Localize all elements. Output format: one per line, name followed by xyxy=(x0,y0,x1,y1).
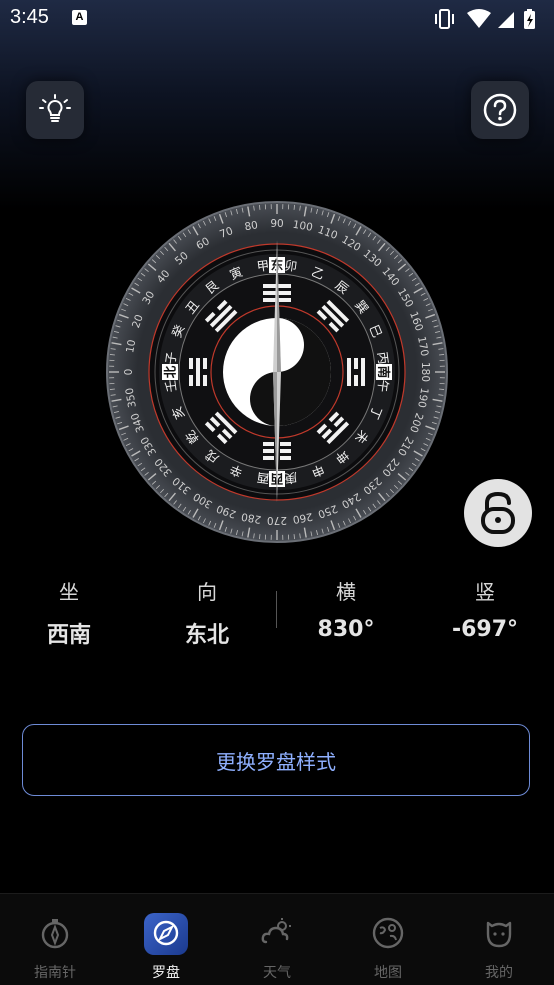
readings-divider xyxy=(276,591,277,628)
tab-label: 罗盘 xyxy=(111,962,221,982)
degree-label: 80 xyxy=(244,219,259,233)
degree-tick xyxy=(259,205,260,210)
bottom-tab-bar: 指南针 罗盘 天气 地图 我的 xyxy=(0,893,554,985)
vibrate-icon xyxy=(435,10,454,28)
heng-label: 横 xyxy=(286,576,406,605)
zuo-reading: 坐 西南 xyxy=(9,576,129,649)
mountain-label: 子 xyxy=(163,351,180,365)
unlock-icon xyxy=(478,491,518,535)
xiang-reading: 向 东北 xyxy=(147,576,267,649)
degree-tick xyxy=(110,354,115,355)
status-bar: 3:45 A xyxy=(0,0,554,40)
tab-label: 我的 xyxy=(444,962,554,982)
battery-charging-icon xyxy=(524,9,535,29)
tab-label: 天气 xyxy=(222,962,332,982)
mountain-label: 甲 xyxy=(256,258,270,275)
shu-value: -697° xyxy=(425,617,545,642)
degree-label: 180 xyxy=(419,362,431,382)
lock-button[interactable] xyxy=(464,479,532,547)
heng-reading: 横 830° xyxy=(286,576,406,642)
notification-icon: A xyxy=(72,10,87,25)
change-compass-style-button[interactable]: 更换罗盘样式 xyxy=(22,724,530,796)
tab-weather[interactable]: 天气 xyxy=(222,894,332,985)
signal-icon xyxy=(498,12,514,28)
mountain-label: 午 xyxy=(375,379,392,393)
light-button[interactable] xyxy=(26,81,84,139)
wifi-icon xyxy=(467,9,491,28)
luopan-icon xyxy=(149,916,183,950)
luopan-compass[interactable]: 0102030405060708090100110120130140150160… xyxy=(105,200,449,544)
tab-compass[interactable]: 指南针 xyxy=(0,894,110,985)
compass-icon xyxy=(38,916,72,950)
tab-luopan[interactable]: 罗盘 xyxy=(111,894,221,985)
mountain-label: 卯 xyxy=(284,258,298,275)
direction-label: 南 xyxy=(377,366,392,379)
degree-tick xyxy=(294,205,295,210)
degree-label: 10 xyxy=(124,339,138,354)
profile-icon xyxy=(482,916,516,950)
status-time: 3:45 xyxy=(10,6,49,29)
tab-label: 指南针 xyxy=(0,962,110,982)
weather-icon xyxy=(260,916,294,950)
xiang-value: 东北 xyxy=(147,617,267,649)
degree-tick xyxy=(294,534,295,539)
zuo-label: 坐 xyxy=(9,576,129,605)
tab-map[interactable]: 地图 xyxy=(333,894,443,985)
mountain-label: 丙 xyxy=(375,351,392,365)
zuo-value: 西南 xyxy=(9,617,129,649)
mountain-label: 酉 xyxy=(256,470,270,487)
degree-tick xyxy=(439,354,444,355)
map-icon xyxy=(371,916,405,950)
degree-label: 90 xyxy=(270,218,283,230)
degree-tick xyxy=(259,534,260,539)
degree-label: 270 xyxy=(267,514,287,526)
tab-profile[interactable]: 我的 xyxy=(444,894,554,985)
xiang-label: 向 xyxy=(147,576,267,605)
shu-label: 竖 xyxy=(425,576,545,605)
status-icons xyxy=(434,8,544,30)
mountain-label: 壬 xyxy=(163,379,180,393)
shu-reading: 竖 -697° xyxy=(425,576,545,642)
help-icon xyxy=(482,92,518,128)
direction-label: 北 xyxy=(163,365,178,378)
lightbulb-icon xyxy=(38,93,72,127)
mountain-label: 庚 xyxy=(284,470,298,487)
help-button[interactable] xyxy=(471,81,529,139)
degree-tick xyxy=(439,389,444,390)
degree-label: 0 xyxy=(123,369,135,376)
degree-tick xyxy=(110,389,115,390)
heng-value: 830° xyxy=(286,617,406,642)
tab-label: 地图 xyxy=(333,962,443,982)
